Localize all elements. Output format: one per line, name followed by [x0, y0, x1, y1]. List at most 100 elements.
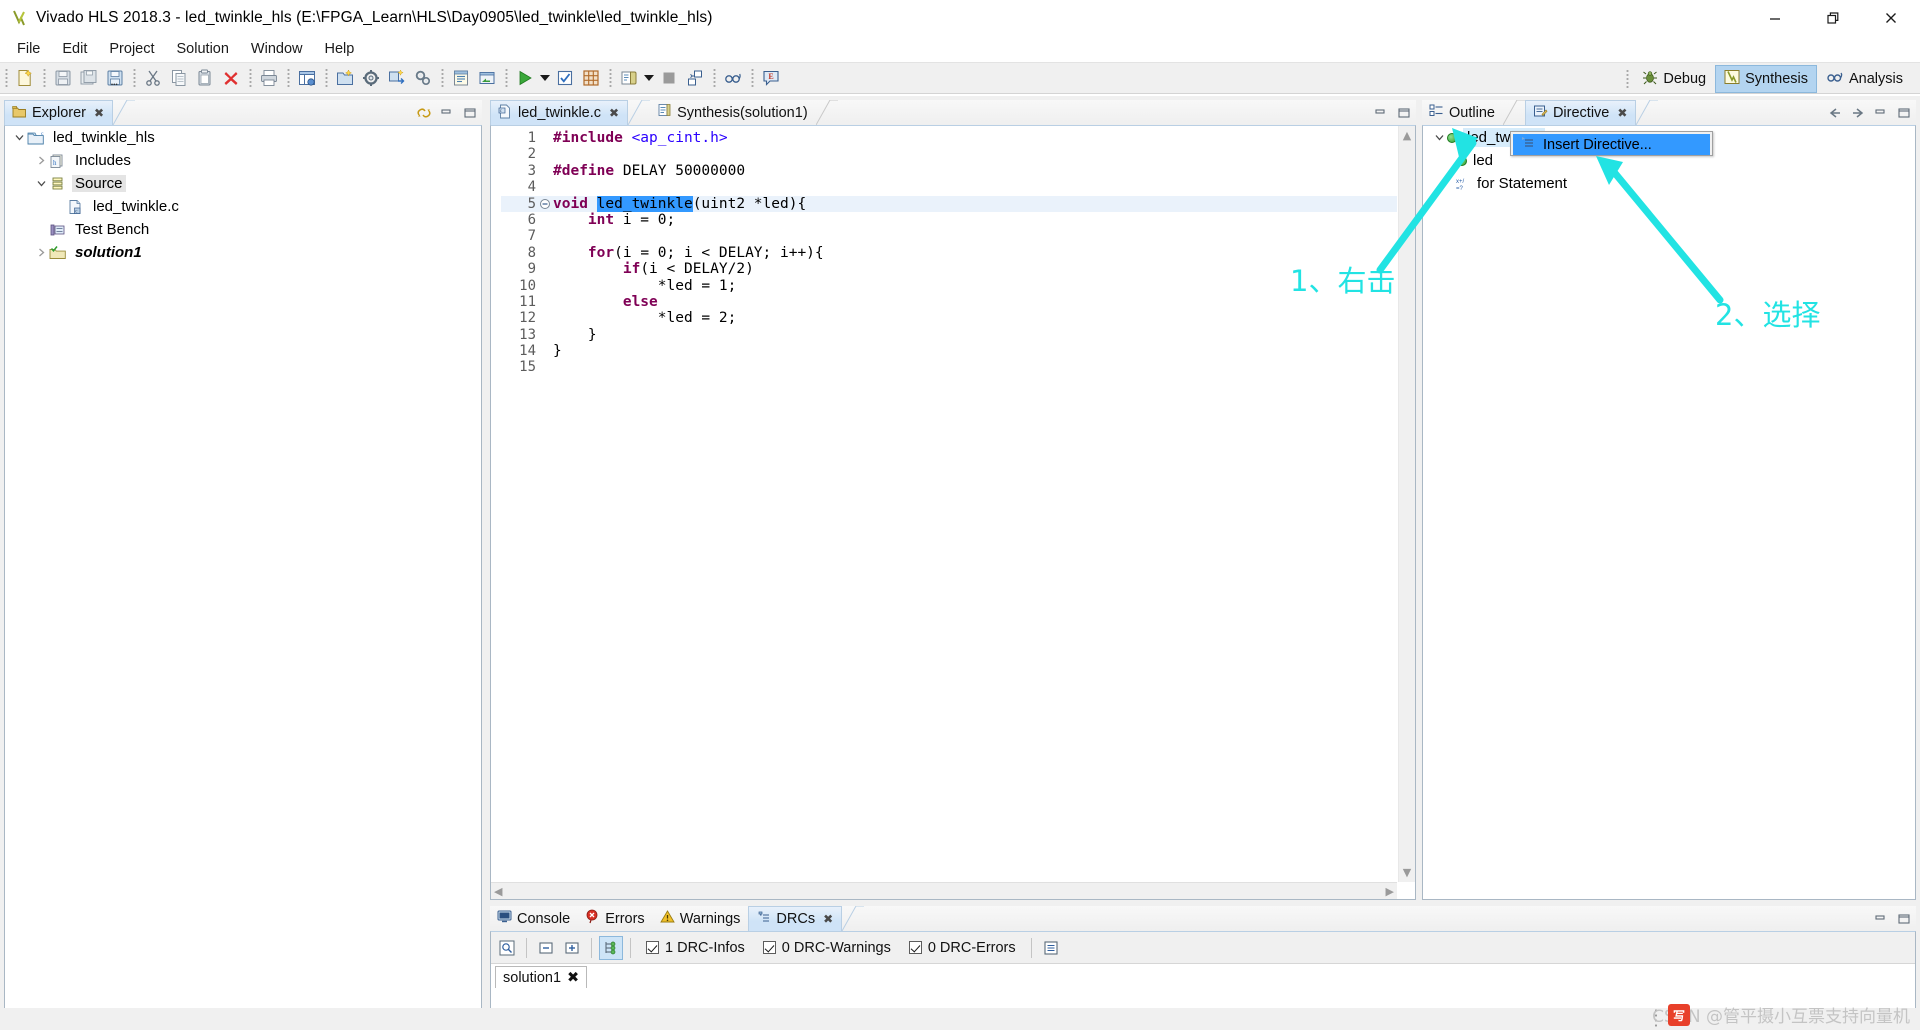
annotate-icon[interactable]: E: [759, 66, 783, 90]
maximize-icon[interactable]: [1896, 105, 1912, 121]
menu-project[interactable]: Project: [98, 38, 165, 60]
minimize-button[interactable]: [1746, 0, 1804, 36]
checkbox-icon[interactable]: [762, 941, 776, 954]
toolbar-grip[interactable]: [41, 68, 47, 88]
editor-vertical-scrollbar[interactable]: ▲ ▼: [1398, 126, 1415, 882]
context-menu-item-insert-directive[interactable]: Insert Directive...: [1513, 134, 1710, 155]
save-icon[interactable]: [51, 66, 75, 90]
new-file-icon[interactable]: [13, 66, 37, 90]
toolbar-grip[interactable]: [285, 68, 291, 88]
chevron-down-icon[interactable]: [11, 130, 27, 146]
close-icon[interactable]: ✖: [1617, 106, 1627, 120]
search-icon[interactable]: [721, 66, 745, 90]
menu-file[interactable]: File: [6, 38, 51, 60]
tree-item-led-twinkle-c[interactable]: c led_twinkle.c: [5, 195, 481, 218]
tree-item-led-twinkle-hls[interactable]: c led_twinkle_hls: [5, 126, 481, 149]
link-with-editor-icon[interactable]: [416, 105, 432, 121]
export-dropdown-arrow-icon[interactable]: [642, 66, 656, 90]
delete-icon[interactable]: [219, 66, 243, 90]
maximize-icon[interactable]: [1396, 105, 1412, 121]
code-text[interactable]: #include <ap_cint.h> #define DELAY 50000…: [553, 126, 1397, 881]
scroll-up-icon[interactable]: ▲: [1403, 129, 1411, 142]
toolbar-grip[interactable]: [131, 68, 137, 88]
explorer-tree[interactable]: c led_twinkle_hls h Includes Source c le…: [4, 125, 482, 1020]
tab-errors[interactable]: Errors: [578, 906, 652, 931]
chevron-right-icon[interactable]: [33, 153, 49, 169]
chevron-down-icon[interactable]: [33, 176, 49, 192]
forward-arrow-icon[interactable]: [1850, 105, 1866, 121]
scroll-left-icon[interactable]: ◀: [494, 885, 502, 898]
tree-item-source[interactable]: Source: [5, 172, 481, 195]
tab-synthesis-solution1[interactable]: Synthesis(solution1): [650, 100, 816, 125]
solution-settings-icon[interactable]: [411, 66, 435, 90]
save-all-icon[interactable]: [77, 66, 101, 90]
run-cosim-icon[interactable]: [579, 66, 603, 90]
new-project-icon[interactable]: [295, 66, 319, 90]
perspective-debug[interactable]: Debug: [1633, 65, 1715, 93]
save-as-icon[interactable]: [103, 66, 127, 90]
context-menu[interactable]: Insert Directive...: [1510, 131, 1713, 156]
tree-item-solution1[interactable]: solution1: [5, 241, 481, 264]
import-icon[interactable]: [385, 66, 409, 90]
tab-explorer[interactable]: Explorer ✖: [4, 100, 114, 125]
compare-reports-icon[interactable]: [683, 66, 707, 90]
group-by-icon[interactable]: [599, 935, 623, 960]
open-window-icon[interactable]: [475, 66, 499, 90]
drc-warnings-checkbox[interactable]: 0 DRC-Warnings: [755, 940, 899, 956]
search-drc-icon[interactable]: [495, 936, 519, 960]
menu-solution[interactable]: Solution: [166, 38, 240, 60]
back-arrow-icon[interactable]: [1827, 105, 1843, 121]
toolbar-grip[interactable]: [3, 68, 9, 88]
export-rtl-icon[interactable]: [617, 66, 641, 90]
editor-horizontal-scrollbar[interactable]: ◀ ▶: [491, 882, 1397, 899]
tree-item-test-bench[interactable]: Test Bench: [5, 218, 481, 241]
fold-toggle-icon[interactable]: [539, 195, 553, 212]
toolbar-grip[interactable]: [323, 68, 329, 88]
perspective-grip[interactable]: [1624, 69, 1631, 89]
tab-directive[interactable]: Directive ✖: [1524, 100, 1637, 125]
restore-button[interactable]: [1804, 0, 1862, 36]
project-settings-icon[interactable]: [359, 66, 383, 90]
scroll-right-icon[interactable]: ▶: [1386, 885, 1394, 898]
tab-outline[interactable]: Outline: [1422, 100, 1503, 125]
drc-infos-checkbox[interactable]: 1 DRC-Infos: [638, 940, 753, 956]
toolbar-grip[interactable]: [503, 68, 509, 88]
chevron-down-icon[interactable]: [1431, 130, 1447, 146]
close-button[interactable]: [1862, 0, 1920, 36]
perspective-synthesis[interactable]: Synthesis: [1715, 65, 1817, 93]
toolbar-grip[interactable]: [711, 68, 717, 88]
close-icon[interactable]: ✖: [609, 106, 619, 120]
print-icon[interactable]: [257, 66, 281, 90]
perspective-analysis[interactable]: Analysis: [1817, 65, 1912, 93]
cut-icon[interactable]: [141, 66, 165, 90]
subtab-solution1[interactable]: solution1 ✖: [495, 966, 588, 988]
run-c-simulation-icon[interactable]: [513, 66, 537, 90]
tree-item-includes[interactable]: h Includes: [5, 149, 481, 172]
maximize-icon[interactable]: [462, 105, 478, 121]
toolbar-grip[interactable]: [607, 68, 613, 88]
minimize-icon[interactable]: [439, 105, 455, 121]
drc-errors-checkbox[interactable]: 0 DRC-Errors: [901, 940, 1024, 956]
close-icon[interactable]: ✖: [567, 970, 579, 986]
tab-console[interactable]: Console: [490, 906, 578, 931]
details-icon[interactable]: [1039, 936, 1063, 960]
directive-item-for-statement[interactable]: x+/ =? for Statement: [1423, 172, 1915, 195]
toolbar-grip[interactable]: [247, 68, 253, 88]
expand-all-icon[interactable]: [560, 936, 584, 960]
scroll-down-icon[interactable]: ▼: [1403, 866, 1411, 879]
toolbar-grip[interactable]: [749, 68, 755, 88]
directive-tree[interactable]: led_twinkle led x+/ =? for Statement: [1422, 125, 1916, 900]
run-synthesis-icon[interactable]: [553, 66, 577, 90]
tab-warnings[interactable]: Warnings: [653, 906, 749, 931]
run-dropdown-arrow-icon[interactable]: [538, 66, 552, 90]
menu-help[interactable]: Help: [314, 38, 366, 60]
code-folding-column[interactable]: [539, 126, 553, 881]
paste-icon[interactable]: [193, 66, 217, 90]
close-icon[interactable]: ✖: [94, 106, 104, 120]
tab-led-twinkle-c[interactable]: c led_twinkle.c ✖: [490, 100, 629, 125]
menu-window[interactable]: Window: [240, 38, 314, 60]
checkbox-icon[interactable]: [646, 941, 659, 954]
stop-icon[interactable]: [657, 66, 681, 90]
close-icon[interactable]: ✖: [823, 912, 833, 926]
minimize-icon[interactable]: [1373, 105, 1389, 121]
